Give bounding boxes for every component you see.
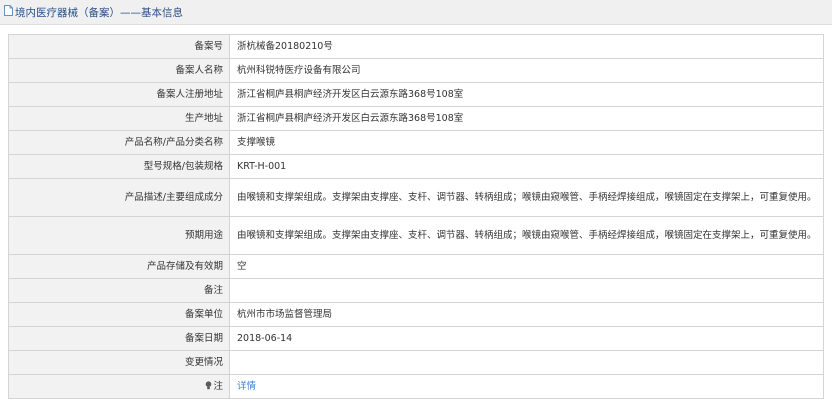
table-row: 备案日期 2018-06-14 [8,326,824,351]
table-row: 生产地址 浙江省桐庐县桐庐经济开发区白云源东路368号108室 [8,106,824,131]
product-name-value: 支撑喉镜 [229,130,824,155]
table-row: 备案人注册地址 浙江省桐庐县桐庐经济开发区白云源东路368号108室 [8,82,824,107]
filing-no-label: 备案号 [8,34,230,59]
intended-use-cell: 由喉镜和支撑架组成。支撑架由支撑座、支杆、调节器、转柄组成；喉镜由窥喉管、手柄经… [229,216,824,255]
intended-use-label: 预期用途 [8,216,230,255]
table-row: 注 详情 [8,374,824,399]
table-row: 产品名称/产品分类名称 支撑喉镜 [8,130,824,155]
production-address-value: 浙江省桐庐县桐庐经济开发区白云源东路368号108室 [229,106,824,131]
title-bar: 境内医疗器械（备案）——基本信息 [0,0,832,25]
description-label: 产品描述/主要组成成分 [8,178,230,217]
filer-name-value: 杭州科锐特医疗设备有限公司 [229,58,824,83]
table-row: 变更情况 [8,350,824,375]
page-title: 境内医疗器械（备案）——基本信息 [15,7,183,19]
table-row: 备案单位 杭州市市场监督管理局 [8,302,824,327]
table-row: 型号规格/包装规格 KRT-H-001 [8,154,824,179]
model-spec-value: KRT-H-001 [229,154,824,179]
table-row: 备注 [8,278,824,303]
details-link[interactable]: 详情 [237,381,256,392]
table-row: 预期用途 由喉镜和支撑架组成。支撑架由支撑座、支杆、调节器、转柄组成；喉镜由窥喉… [8,216,824,255]
description-value: 由喉镜和支撑架组成。支撑架由支撑座、支杆、调节器、转柄组成；喉镜由窥喉管、手柄经… [237,191,817,203]
storage-label: 产品存储及有效期 [8,254,230,279]
note-label-cell: 注 [8,374,230,399]
filer-name-label: 备案人名称 [8,58,230,83]
table-row: 备案人名称 杭州科锐特医疗设备有限公司 [8,58,824,83]
change-info-value [229,350,824,375]
model-spec-label: 型号规格/包装规格 [8,154,230,179]
remarks-value [229,278,824,303]
description-cell: 由喉镜和支撑架组成。支撑架由支撑座、支杆、调节器、转柄组成；喉镜由窥喉管、手柄经… [229,178,824,217]
note-label: 注 [213,380,223,392]
lightbulb-icon [206,380,212,389]
document-icon [4,5,13,16]
filing-unit-value: 杭州市市场监督管理局 [229,302,824,327]
filing-no-value: 浙杭械备20180210号 [229,34,824,59]
remarks-label: 备注 [8,278,230,303]
change-info-label: 变更情况 [8,350,230,375]
filing-date-value: 2018-06-14 [229,326,824,351]
filer-address-label: 备案人注册地址 [8,82,230,107]
storage-value: 空 [229,254,824,279]
product-name-label: 产品名称/产品分类名称 [8,130,230,155]
production-address-label: 生产地址 [8,106,230,131]
table-row: 产品描述/主要组成成分 由喉镜和支撑架组成。支撑架由支撑座、支杆、调节器、转柄组… [8,178,824,217]
filer-address-value: 浙江省桐庐县桐庐经济开发区白云源东路368号108室 [229,82,824,107]
table-row: 产品存储及有效期 空 [8,254,824,279]
record-detail-table: 备案号 浙杭械备20180210号 备案人名称 杭州科锐特医疗设备有限公司 备案… [8,34,824,399]
filing-unit-label: 备案单位 [8,302,230,327]
filing-date-label: 备案日期 [8,326,230,351]
note-value-cell: 详情 [229,374,824,399]
table-row: 备案号 浙杭械备20180210号 [8,34,824,59]
intended-use-value: 由喉镜和支撑架组成。支撑架由支撑座、支杆、调节器、转柄组成；喉镜由窥喉管、手柄经… [237,229,817,241]
